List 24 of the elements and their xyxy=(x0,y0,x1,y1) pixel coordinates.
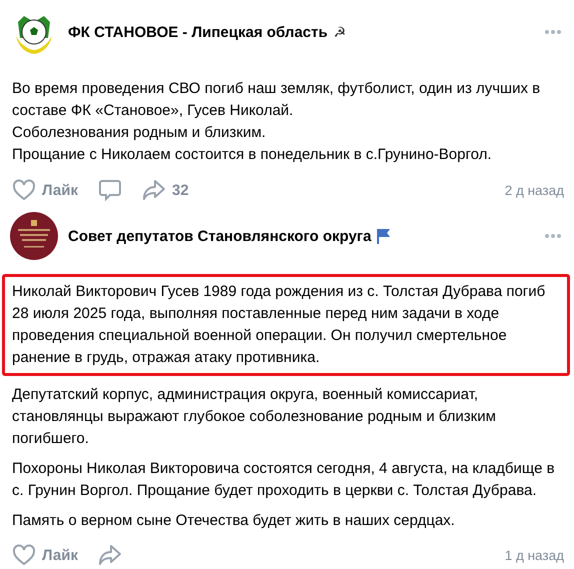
post-text: Память о верном сыне Отечества будет жить в наших сердцах. xyxy=(12,511,456,531)
comment-button[interactable] xyxy=(98,178,122,202)
post-time: 2 д назад xyxy=(504,182,564,198)
post-text: Похороны Николая Викторовича состоятся сегодня, 4 августа, на кладбище в с. Грунин Воргол. Прощание будет проходить в церкви с. Толстая Дубрава. xyxy=(12,459,556,501)
post-text: Во время проведения СВО погиб наш земляк, футболист, один из лучших в составе ФК «Становое», Гусев Николай. Соболезнования родным и близким. Прощание с Николаем состоится в понедельник в с.Грунино-Воргол. xyxy=(12,79,542,165)
share-button[interactable]: 32 xyxy=(142,179,189,201)
like-button[interactable]: Лайк xyxy=(12,544,78,566)
author-name[interactable]: ФК СТАНОВОЕ - Липецкая область xyxy=(68,24,328,40)
council-logo xyxy=(10,212,58,260)
share-icon xyxy=(98,544,122,566)
heart-icon xyxy=(12,179,36,201)
author-name[interactable]: Совет депутатов Становлянского округа xyxy=(68,228,372,244)
share-button[interactable] xyxy=(98,544,122,566)
more-icon[interactable] xyxy=(544,233,562,239)
hammer-sickle-symbol: ☭ xyxy=(334,24,347,40)
post-time: 1 д назад xyxy=(504,548,564,562)
more-icon[interactable] xyxy=(544,29,562,35)
post-text: Депутатский корпус, администрация округа, военный комиссариат, становлянцы выражают глубокое соболезнование родным и близким погибшего. xyxy=(12,385,497,449)
flag-icon xyxy=(377,228,392,244)
like-button[interactable]: Лайк xyxy=(12,179,78,201)
heart-icon xyxy=(12,544,36,566)
highlighted-post-text: Николай Викторович Гусев 1989 года рождения из с. Толстая Дубрава погиб 28 июля 2025 года, выполняя поставленные перед ним задачи в ходе проведения специальной военной операции. Он получил смертельное ранение в грудь, отражая атаку противника. xyxy=(2,274,570,376)
comment-icon xyxy=(98,178,122,202)
share-icon xyxy=(142,179,166,201)
